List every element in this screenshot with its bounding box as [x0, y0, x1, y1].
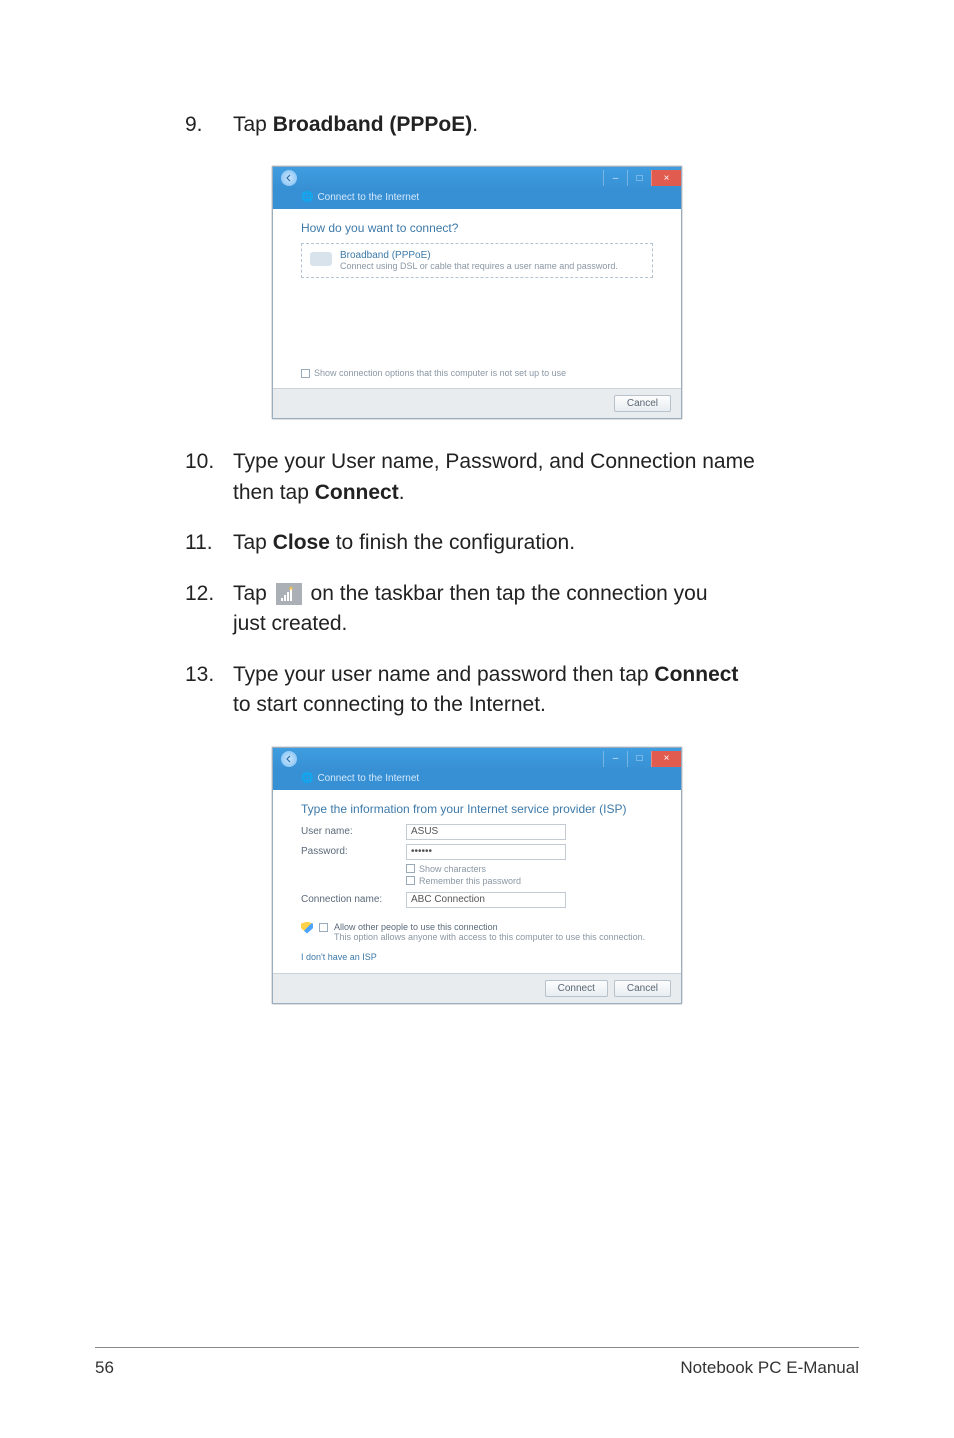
back-icon[interactable]: [281, 170, 297, 186]
step-number: 9.: [185, 110, 233, 140]
step-text: Tap ✶ on the taskbar then tap the connec…: [233, 579, 859, 640]
password-field[interactable]: ••••••: [406, 844, 566, 860]
broadband-option[interactable]: Broadband (PPPoE) Connect using DSL or c…: [301, 243, 653, 278]
username-label: User name:: [301, 826, 406, 837]
step-number: 11.: [185, 528, 233, 558]
option-title: Broadband (PPPoE): [340, 250, 618, 261]
svg-text:✶: ✶: [288, 586, 294, 593]
checkbox-icon: [406, 864, 415, 873]
step-text: Type your user name and password then ta…: [233, 660, 859, 721]
step-text: Tap Close to finish the configuration.: [233, 528, 859, 558]
show-options-checkbox[interactable]: Show connection options that this comput…: [301, 368, 653, 378]
show-characters-checkbox[interactable]: Show characters: [406, 864, 653, 874]
page-number: 56: [95, 1358, 114, 1378]
step-text: Type your User name, Password, and Conne…: [233, 447, 859, 508]
close-icon[interactable]: ×: [651, 751, 681, 767]
checkbox-icon: [406, 876, 415, 885]
step-text: Tap Broadband (PPPoE).: [233, 110, 859, 140]
back-icon[interactable]: [281, 751, 297, 767]
step-number: 10.: [185, 447, 233, 508]
allow-others-desc: This option allows anyone with access to…: [334, 932, 645, 942]
password-label: Password:: [301, 846, 406, 857]
maximize-icon[interactable]: □: [627, 170, 651, 186]
option-subtitle: Connect using DSL or cable that requires…: [340, 261, 618, 271]
connect-dialog-2: – □ × 🌐Connect to the Internet Type the …: [272, 747, 682, 1004]
remember-password-checkbox[interactable]: Remember this password: [406, 876, 653, 886]
checkbox-icon[interactable]: [319, 923, 328, 932]
maximize-icon[interactable]: □: [627, 751, 651, 767]
dialog-heading: How do you want to connect?: [301, 221, 653, 235]
connect-dialog-1: – □ × 🌐Connect to the Internet How do yo…: [272, 166, 682, 419]
close-icon[interactable]: ×: [651, 170, 681, 186]
footer-title: Notebook PC E-Manual: [680, 1358, 859, 1378]
minimize-icon[interactable]: –: [603, 751, 627, 767]
connection-name-field[interactable]: ABC Connection: [406, 892, 566, 908]
modem-icon: [310, 252, 332, 266]
no-isp-link[interactable]: I don't have an ISP: [301, 952, 377, 962]
shield-icon: [301, 922, 313, 934]
checkbox-icon: [301, 369, 310, 378]
cancel-button[interactable]: Cancel: [614, 980, 671, 997]
allow-others-label: Allow other people to use this connectio…: [334, 922, 645, 932]
step-number: 13.: [185, 660, 233, 721]
step-number: 12.: [185, 579, 233, 640]
dialog-heading: Type the information from your Internet …: [301, 802, 653, 816]
connect-button[interactable]: Connect: [545, 980, 608, 997]
username-field[interactable]: ASUS: [406, 824, 566, 840]
network-taskbar-icon[interactable]: ✶: [276, 583, 302, 605]
dialog-subtitle: 🌐Connect to the Internet: [273, 770, 681, 790]
minimize-icon[interactable]: –: [603, 170, 627, 186]
cancel-button[interactable]: Cancel: [614, 395, 671, 412]
connection-name-label: Connection name:: [301, 894, 406, 905]
dialog-subtitle: 🌐Connect to the Internet: [273, 189, 681, 209]
